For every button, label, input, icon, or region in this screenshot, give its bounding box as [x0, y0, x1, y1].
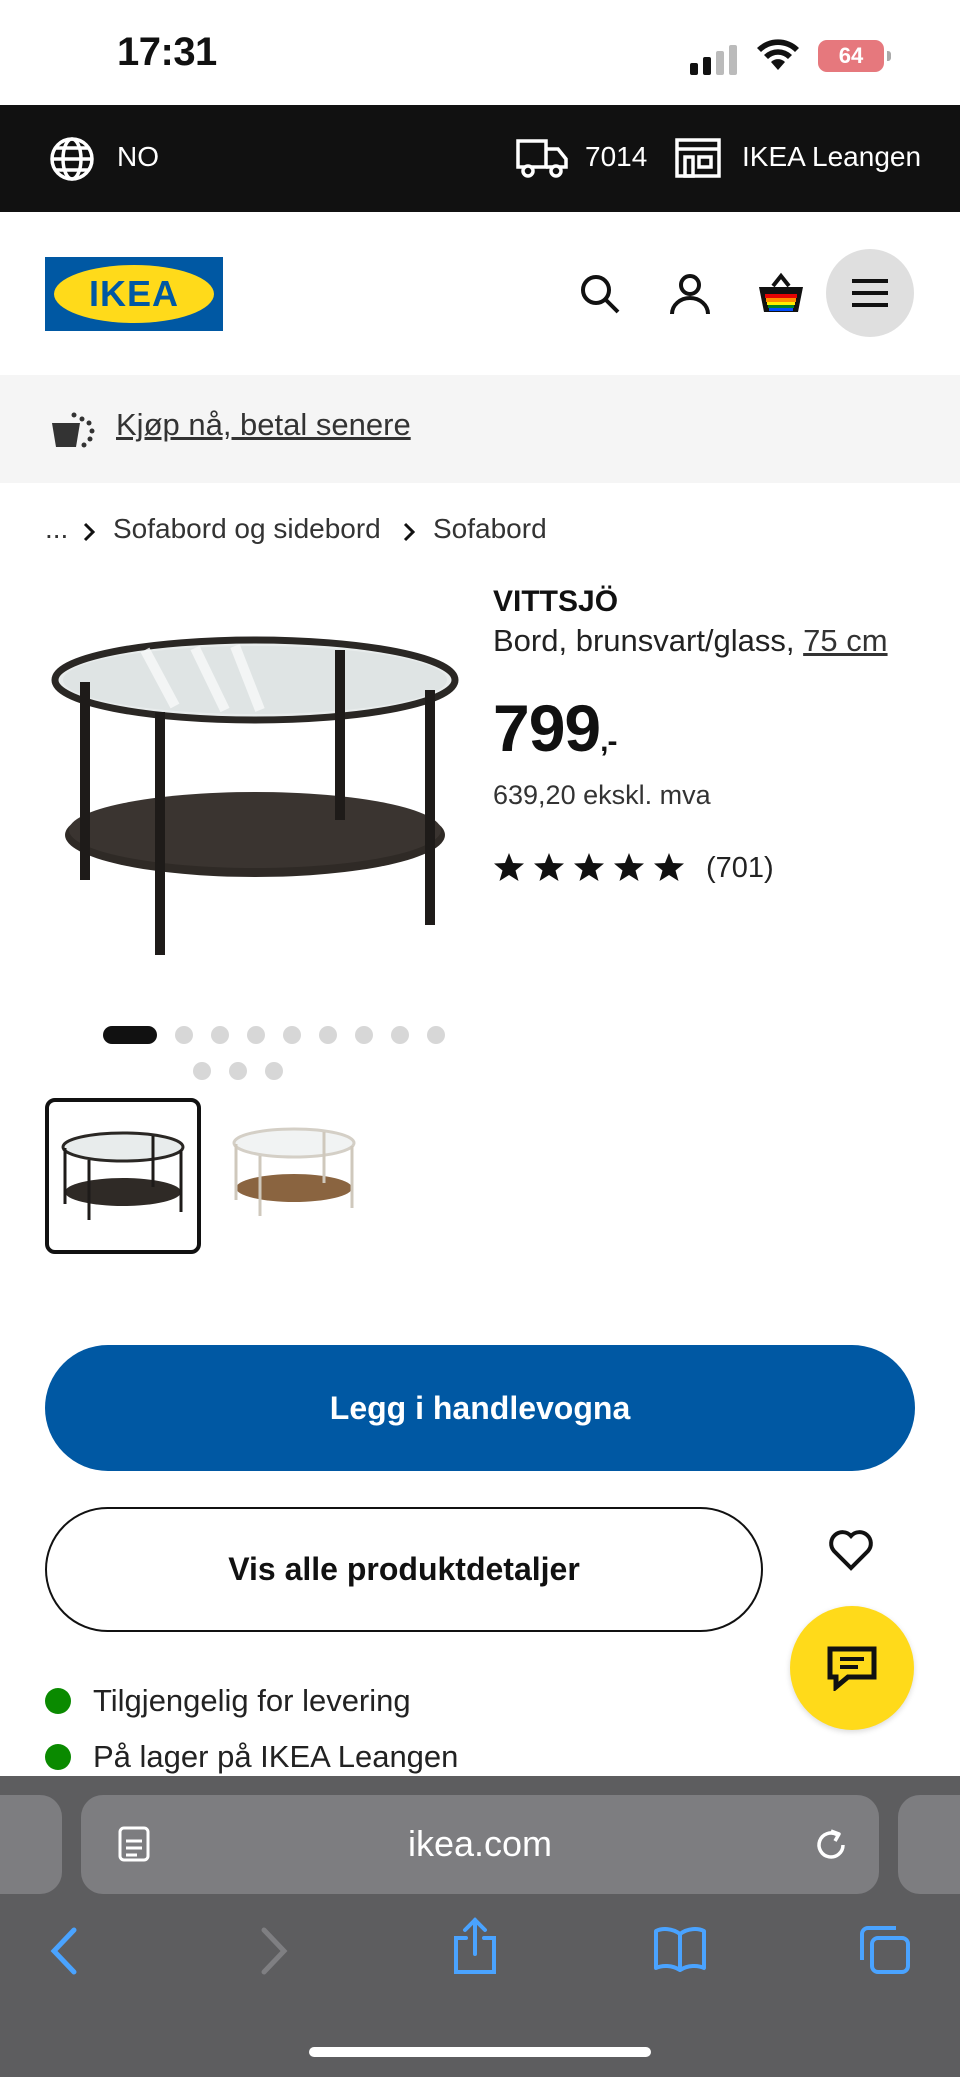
status-dot-icon	[45, 1744, 71, 1770]
carousel-dot[interactable]	[247, 1026, 265, 1044]
promo-banner: Kjøp nå, betal senere	[0, 375, 960, 483]
carousel-dot[interactable]	[229, 1062, 247, 1080]
star-icon	[494, 853, 524, 881]
address-bar[interactable]: ikea.com	[81, 1795, 879, 1894]
review-count[interactable]: (701)	[706, 852, 774, 885]
battery-icon: 64	[818, 40, 891, 72]
postcode-selector[interactable]: 7014	[585, 141, 647, 173]
product-description: Bord, brunsvart/glass, 75 cm	[493, 623, 888, 659]
url-text: ikea.com	[407, 1823, 553, 1864]
pay-later-link[interactable]: Kjøp nå, betal senere	[116, 407, 411, 443]
status-bar: 17:31 64	[0, 0, 960, 105]
availability-delivery-text: Tilgjengelig for levering	[93, 1683, 411, 1718]
product-price: 799,-	[493, 690, 617, 766]
star-icon	[534, 853, 564, 881]
product-name: VITTSJÖ	[493, 585, 619, 618]
share-icon[interactable]	[452, 1916, 498, 1976]
store-selector[interactable]: IKEA Leangen	[742, 141, 921, 173]
chat-button[interactable]	[790, 1606, 914, 1730]
star-icon	[614, 853, 644, 881]
hamburger-icon	[852, 279, 888, 307]
site-header: IKEA	[0, 212, 960, 375]
top-utility-bar: NO 7014 IKEA Leangen	[0, 105, 960, 212]
chevron-right-icon	[403, 522, 415, 542]
star-icon	[654, 853, 684, 881]
delivery-truck-icon[interactable]	[516, 137, 568, 179]
shopping-bag-icon[interactable]	[756, 270, 806, 318]
breadcrumb-ellipsis[interactable]: ...	[45, 513, 68, 545]
carousel-dot[interactable]	[265, 1062, 283, 1080]
pay-later-icon	[52, 412, 95, 448]
price-suffix: ,-	[600, 725, 617, 758]
chevron-right-icon	[83, 522, 95, 542]
variant-thumbnail-brown-black[interactable]	[45, 1098, 201, 1254]
back-arrow-icon[interactable]	[48, 1926, 80, 1976]
availability-store: På lager på IKEA Leangen	[45, 1739, 458, 1775]
show-product-details-button[interactable]: Vis alle produktdetaljer	[45, 1507, 763, 1632]
price-value: 799	[493, 691, 601, 765]
tabs-icon[interactable]	[858, 1924, 912, 1976]
product-image[interactable]	[45, 580, 475, 970]
carousel-dot[interactable]	[283, 1026, 301, 1044]
size-link[interactable]: 75 cm	[803, 623, 887, 658]
price-ex-vat: 639,20 ekskl. mva	[493, 780, 711, 810]
breadcrumb-item-sofabord-og-sidebord[interactable]: Sofabord og sidebord	[113, 513, 381, 545]
carousel-dot[interactable]	[427, 1026, 445, 1044]
thumbnail-image	[61, 1131, 185, 1220]
bookmarks-icon[interactable]	[652, 1926, 708, 1972]
status-dot-icon	[45, 1688, 71, 1714]
carousel-dot[interactable]	[175, 1026, 193, 1044]
availability-store-text: På lager på IKEA Leangen	[93, 1739, 459, 1774]
cellular-signal-icon	[690, 45, 737, 75]
variant-thumbnail-white-walnut[interactable]	[220, 1098, 376, 1254]
carousel-dot[interactable]	[391, 1026, 409, 1044]
previous-tab-pill[interactable]	[0, 1795, 62, 1894]
carousel-dot[interactable]	[193, 1062, 211, 1080]
ikea-logo[interactable]: IKEA	[45, 257, 223, 331]
carousel-dot[interactable]	[211, 1026, 229, 1044]
account-icon[interactable]	[666, 270, 714, 318]
home-indicator[interactable]	[309, 2047, 651, 2057]
add-to-cart-button[interactable]: Legg i handlevogna	[45, 1345, 915, 1471]
favourite-heart-icon[interactable]	[828, 1528, 874, 1572]
battery-level: 64	[838, 43, 864, 68]
globe-icon[interactable]	[48, 135, 96, 183]
reload-icon[interactable]	[811, 1825, 851, 1865]
next-tab-pill[interactable]	[898, 1795, 960, 1894]
browser-toolbar: ikea.com	[0, 1776, 960, 2077]
carousel-dot[interactable]	[319, 1026, 337, 1044]
menu-button[interactable]	[826, 249, 914, 337]
availability-delivery: Tilgjengelig for levering	[45, 1683, 411, 1719]
thumbnail-image	[232, 1127, 356, 1216]
rating-stars[interactable]	[493, 852, 685, 882]
store-icon[interactable]	[674, 137, 722, 179]
status-time: 17:31	[117, 30, 217, 74]
country-selector[interactable]: NO	[117, 141, 159, 173]
chat-bubble-icon	[827, 1646, 877, 1691]
breadcrumb-item-sofabord[interactable]: Sofabord	[433, 513, 547, 545]
carousel-dot[interactable]	[355, 1026, 373, 1044]
star-icon	[574, 853, 604, 881]
forward-arrow-icon	[261, 1927, 288, 1975]
search-icon[interactable]	[576, 270, 624, 318]
product-description-text: Bord, brunsvart/glass,	[493, 623, 804, 658]
wifi-icon	[757, 39, 799, 70]
carousel-dot-active[interactable]	[103, 1026, 157, 1044]
